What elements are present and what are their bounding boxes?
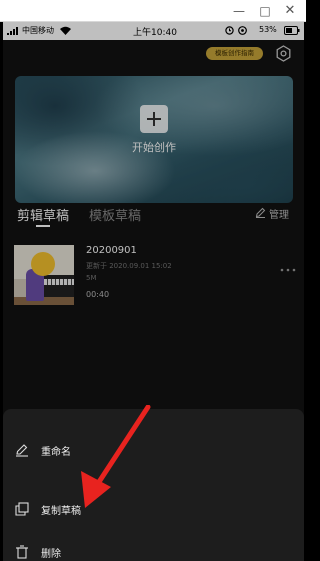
copy-icon [15,502,29,516]
trash-icon [16,545,28,559]
phone-screen: 中国移动 上午10:40 53% 模板创作指南 开始创作 剪辑草稿 模板草稿 管… [3,22,304,561]
maximize-icon[interactable]: □ [254,2,276,20]
delete-option[interactable]: 删除 [3,539,304,561]
minimize-icon[interactable]: — [228,2,250,20]
emulator-title-bar: — □ ✕ [0,0,306,22]
close-icon[interactable]: ✕ [279,2,301,20]
pencil-icon [16,444,28,457]
annotation-arrow [81,405,151,508]
delete-label: 删除 [41,549,61,560]
